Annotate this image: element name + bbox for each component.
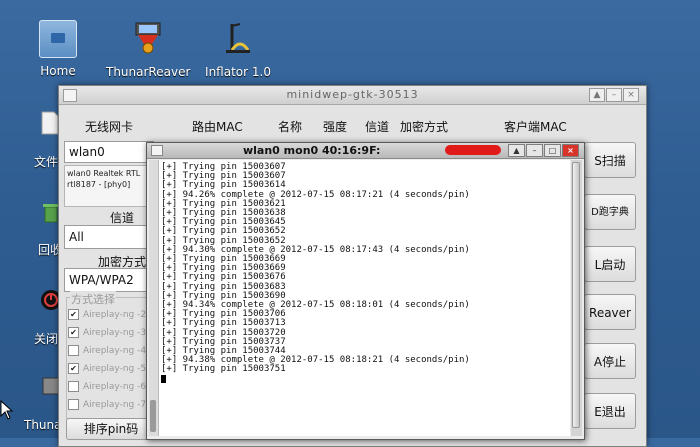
column-header-client: 客户端MAC [504, 120, 567, 134]
terminal-line: [+] Trying pin 15003751 [161, 364, 286, 375]
column-header-bssid: 路由MAC [192, 120, 243, 134]
home-folder-icon [39, 20, 77, 58]
mode-label: Aireplay-ng -3 [83, 328, 147, 338]
checkbox-checked-icon[interactable]: ✔ [68, 309, 79, 320]
channel-select[interactable]: All [64, 225, 154, 249]
close-button[interactable]: × [623, 88, 639, 102]
thunarreaver-icon [135, 22, 161, 54]
window-title: minidwep-gtk-30513 [286, 88, 419, 101]
terminal-output[interactable]: [+] Trying pin 15003607 [+] Trying pin 15… [149, 160, 570, 436]
mode-label: Aireplay-ng -4 [83, 346, 147, 356]
checkbox-unchecked-icon[interactable] [68, 345, 79, 356]
mode-label: Aireplay-ng -2 [83, 310, 147, 320]
dictionary-button[interactable]: D跑字典 [584, 194, 636, 230]
mode-checkbox-5[interactable]: ✔ Aireplay-ng -5 [68, 363, 146, 374]
checkbox-unchecked-icon[interactable] [68, 381, 79, 392]
partial-label-thunar: Thuna [24, 418, 62, 432]
terminal-lines: [+] Trying pin 15003607 [+] Trying pin 15… [161, 162, 470, 385]
document-icon [41, 111, 59, 135]
mode-checkbox-2[interactable]: ✔ Aireplay-ng -2 [68, 309, 146, 320]
scroll-thumb[interactable] [150, 400, 156, 432]
mode-checkbox-6[interactable]: Aireplay-ng -6 [68, 381, 146, 392]
checkbox-checked-icon[interactable]: ✔ [68, 363, 79, 374]
terminal-shade-button[interactable]: ▲ [508, 144, 525, 157]
column-header-power: 强度 [323, 120, 348, 134]
column-header-channel: 信道 [365, 120, 390, 134]
mode-label: Aireplay-ng -6 [83, 382, 147, 392]
mode-checkbox-4[interactable]: Aireplay-ng -4 [68, 345, 146, 356]
checkbox-unchecked-icon[interactable] [68, 399, 79, 410]
partial-label-shutdown: 关闭 [34, 332, 59, 346]
terminal-title: wlan0 mon0 40:16:9F: [243, 144, 381, 157]
inflator-icon [226, 23, 250, 53]
desktop-icon-label: Home [40, 64, 76, 78]
adapter-select[interactable]: wlan0 [64, 141, 154, 163]
terminal-left-scrollbar[interactable] [149, 160, 159, 436]
column-header-name: 名称 [278, 120, 303, 134]
scroll-thumb[interactable] [572, 162, 580, 428]
mode-label: Aireplay-ng -5 [83, 364, 147, 374]
attack-mode-title: 方式选择 [70, 291, 116, 307]
mode-checkbox-7[interactable]: Aireplay-ng -7 [68, 399, 146, 410]
desktop-icon-label: Inflator 1.0 [205, 65, 271, 79]
maximize-button[interactable]: ▲ [589, 88, 605, 102]
mode-checkbox-3[interactable]: ✔ Aireplay-ng -3 [68, 327, 146, 338]
mouse-cursor-icon [0, 400, 14, 420]
terminal-close-button[interactable]: × [562, 144, 579, 157]
desktop-icon-home[interactable]: Home [38, 20, 78, 78]
partial-label-files: 文件 [34, 155, 59, 169]
column-header-adapter: 无线网卡 [85, 120, 134, 134]
exit-button[interactable]: E退出 [584, 393, 636, 429]
desktop-icon-label: ThunarReaver [106, 65, 191, 79]
terminal-titlebar[interactable]: wlan0 mon0 40:16:9F: ▲ – □ × [147, 143, 584, 159]
encryption-select[interactable]: WPA/WPA2 [64, 268, 154, 292]
terminal-scrollbar[interactable] [571, 160, 582, 436]
channel-label: 信道 [110, 211, 135, 225]
terminal-window: wlan0 mon0 40:16:9F: ▲ – □ × [+] Trying … [146, 142, 585, 440]
window-titlebar[interactable]: minidwep-gtk-30513 ▲ – × [59, 86, 646, 105]
minimize-button[interactable]: – [606, 88, 622, 102]
terminal-menu-icon[interactable] [151, 145, 163, 156]
stop-button[interactable]: A停止 [584, 343, 636, 379]
sort-pin-button[interactable]: 排序pin码 [66, 418, 156, 440]
desktop-icon-inflator[interactable]: Inflator 1.0 [200, 20, 276, 79]
checkbox-checked-icon[interactable]: ✔ [68, 327, 79, 338]
mode-label: Aireplay-ng -7 [83, 400, 147, 410]
desktop-icon-thunarreaver[interactable]: ThunarReaver [106, 20, 190, 79]
terminal-minimize-button[interactable]: – [526, 144, 543, 157]
launch-button[interactable]: L启动 [584, 246, 636, 282]
adapter-info: wlan0 Realtek RTL rtl8187 - [phy0] [64, 165, 154, 207]
redaction-mark [445, 145, 501, 155]
adapter-info-text: wlan0 Realtek RTL rtl8187 - [phy0] [67, 169, 141, 189]
reaver-button[interactable]: Reaver [584, 294, 636, 330]
terminal-maximize-button[interactable]: □ [544, 144, 561, 157]
terminal-cursor [161, 374, 470, 385]
scan-button[interactable]: S扫描 [584, 142, 636, 178]
column-header-encryption: 加密方式 [400, 120, 449, 134]
